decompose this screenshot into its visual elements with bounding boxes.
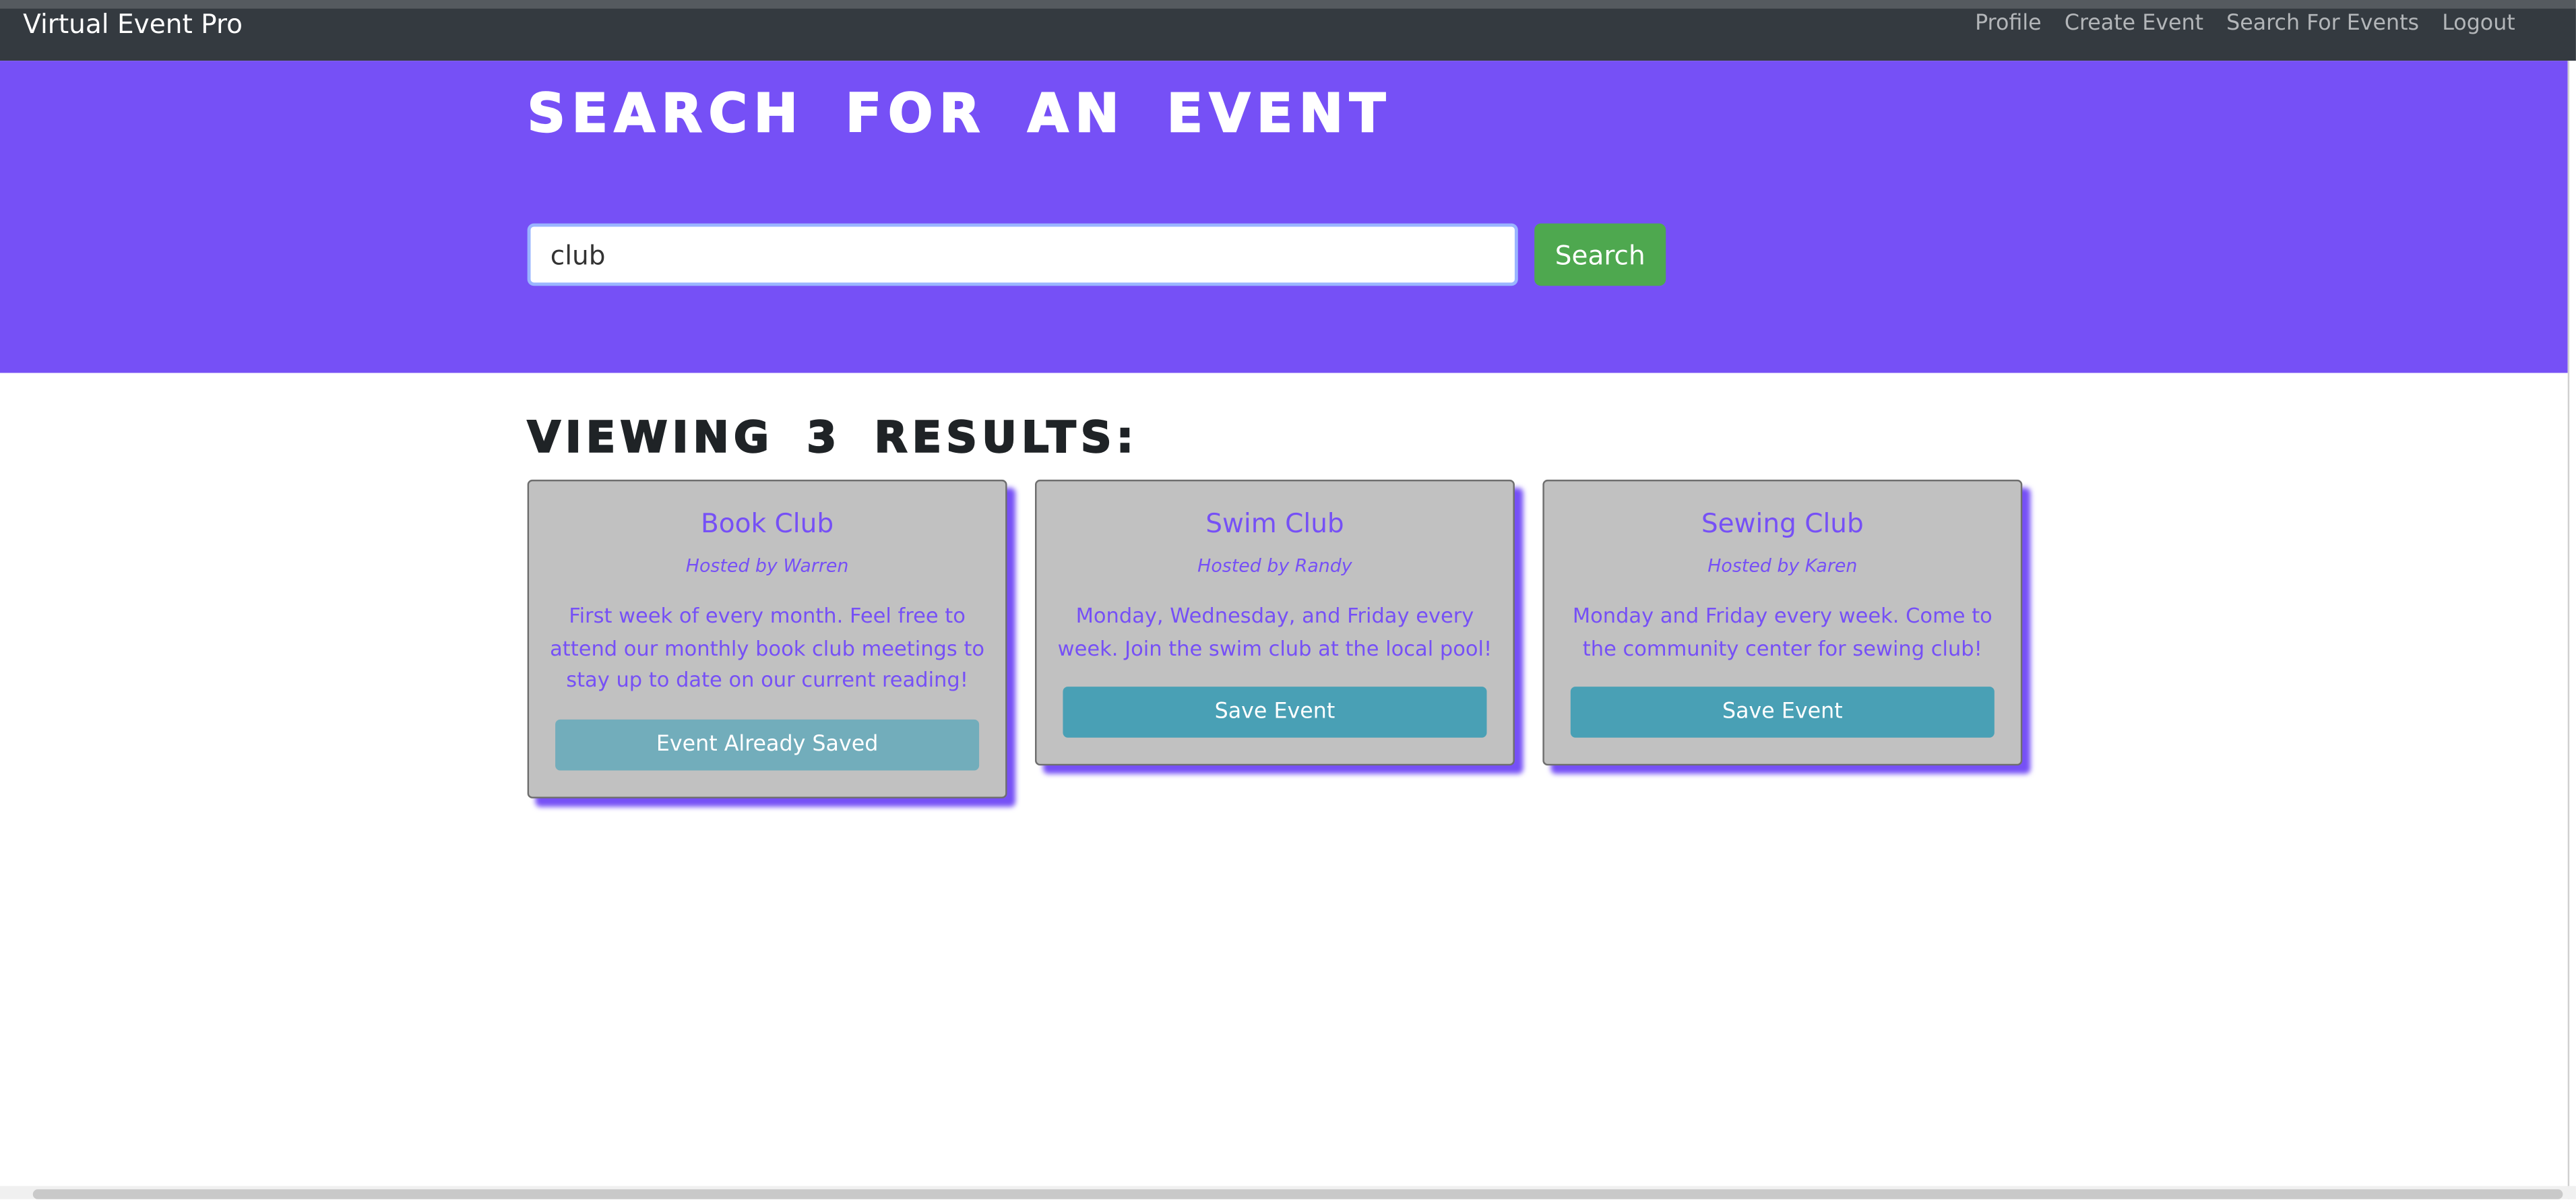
window-top-strip bbox=[0, 0, 2576, 9]
event-host: Hosted by Randy bbox=[1197, 555, 1352, 577]
event-description: Monday and Friday every week. Come to th… bbox=[1572, 602, 1992, 660]
nav-link-logout[interactable]: Logout bbox=[2442, 8, 2515, 41]
event-host: Hosted by Warren bbox=[685, 555, 849, 577]
horizontal-scrollbar-thumb[interactable] bbox=[32, 1189, 2563, 1199]
event-card-swim-club: Swim Club Hosted by Randy Monday, Wednes… bbox=[1035, 479, 1515, 766]
event-title: Swim Club bbox=[1205, 507, 1344, 539]
search-button[interactable]: Search bbox=[1534, 223, 1666, 286]
page-title: SEARCH FOR AN EVENT bbox=[526, 82, 1392, 145]
event-description: First week of every month. Feel free to … bbox=[550, 602, 985, 692]
window-right-edge bbox=[2567, 61, 2576, 1199]
brand-link[interactable]: Virtual Event Pro bbox=[23, 8, 243, 41]
save-event-button[interactable]: Save Event bbox=[1063, 687, 1487, 738]
event-card-book-club: Book Club Hosted by Warren First week of… bbox=[527, 479, 1007, 798]
results-title: VIEWING 3 RESULTS: bbox=[526, 413, 1139, 464]
navbar: Virtual Event Pro Profile Create Event S… bbox=[0, 8, 2576, 61]
save-event-button[interactable]: Save Event bbox=[1570, 687, 1994, 738]
event-host: Hosted by Karen bbox=[1707, 555, 1858, 577]
nav-link-create-event[interactable]: Create Event bbox=[2065, 8, 2203, 41]
event-card-sewing-club: Sewing Club Hosted by Karen Monday and F… bbox=[1542, 479, 2023, 766]
event-description: Monday, Wednesday, and Friday every week… bbox=[1057, 602, 1493, 660]
search-input[interactable] bbox=[527, 223, 1518, 286]
event-title: Sewing Club bbox=[1701, 507, 1864, 539]
nav-links: Profile Create Event Search For Events L… bbox=[1975, 8, 2515, 41]
event-already-saved-button[interactable]: Event Already Saved bbox=[555, 718, 980, 770]
event-title: Book Club bbox=[701, 507, 834, 539]
nav-link-profile[interactable]: Profile bbox=[1975, 8, 2042, 41]
browser-viewport: Virtual Event Pro Profile Create Event S… bbox=[0, 0, 2576, 1199]
horizontal-scrollbar[interactable] bbox=[0, 1186, 2576, 1199]
nav-link-search-events[interactable]: Search For Events bbox=[2226, 8, 2419, 41]
